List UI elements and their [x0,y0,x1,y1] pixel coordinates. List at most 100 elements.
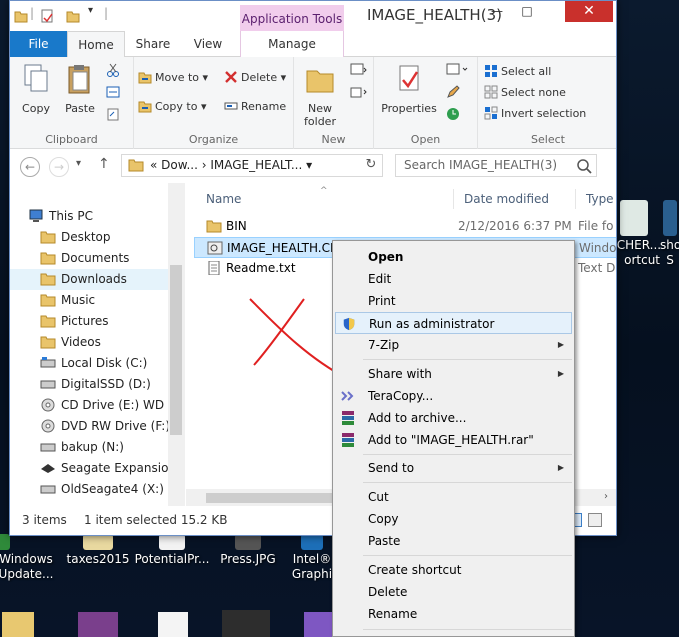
menu-item-run-as-administrator[interactable]: Run as administrator [335,312,572,334]
forward-button[interactable]: → [49,157,69,177]
nav-item-pictures[interactable]: Pictures [10,311,170,332]
easy-access-icon[interactable] [350,85,368,99]
menu-item-open[interactable]: Open [335,246,572,268]
open-group: Properties Open [374,57,478,149]
nav-item-music[interactable]: Music [10,290,170,311]
refresh-button[interactable]: ↻ [361,155,381,175]
menu-item-paste[interactable]: Paste [335,530,572,552]
menu-item-add-to-archive[interactable]: Add to archive... [335,407,572,429]
nav-item-bakup[interactable]: bakup (N:) [10,437,170,458]
menu-item-send-to[interactable]: Send to ▶ [335,457,572,479]
nav-item-label: DigitalSSD (D:) [61,377,151,391]
column-header-name[interactable]: Name ^ [196,186,454,209]
app-icon[interactable] [304,612,334,637]
nav-item-desktop[interactable]: Desktop [10,227,170,248]
paste-shortcut-icon[interactable] [106,107,120,121]
open-icon[interactable] [446,63,470,77]
properties-icon[interactable] [40,9,54,23]
delete-button[interactable]: Delete ▾ [224,69,286,87]
menu-item-print[interactable]: Print [335,290,572,312]
edit-icon[interactable] [446,85,460,99]
nav-item-dvd-drive[interactable]: DVD RW Drive (F:) [10,416,170,437]
address-bar[interactable]: « Dow... › IMAGE_HEALT... ▾ [121,154,383,177]
new-folder-button[interactable]: New folder [302,63,338,128]
tab-view[interactable]: View [186,31,230,57]
menu-item-delete[interactable]: Delete [335,581,572,603]
menu-item-copy[interactable]: Copy [335,508,572,530]
rename-button[interactable]: Rename [224,98,286,116]
nav-scrollbar-thumb[interactable] [170,265,182,435]
folder-icon [128,159,144,172]
search-input[interactable]: Search IMAGE_HEALTH(3) [395,154,597,177]
submenu-arrow-icon: ▶ [557,369,564,378]
nav-item-local-disk[interactable]: Local Disk (C:) [10,353,170,374]
document-icon[interactable] [158,612,188,637]
column-header-date[interactable]: Date modified [454,189,576,209]
paste-button[interactable]: Paste [62,63,98,115]
search-icon[interactable] [576,158,592,174]
menu-item-create-shortcut[interactable]: Create shortcut [335,559,572,581]
desktop-icon-potential[interactable]: PotentialPr... [134,534,210,567]
game-icon[interactable] [222,610,270,637]
copy-button[interactable]: Copy [18,63,54,115]
select-all-button[interactable]: Select all [484,63,551,81]
folder-icon [40,294,56,307]
desktop-icon-label: sho [660,238,679,252]
organize-group: Move to ▾ Copy to ▾ Delete ▾ Rename Orga… [134,57,294,149]
nav-item-videos[interactable]: Videos [10,332,170,353]
history-icon[interactable] [446,107,460,121]
nav-item-documents[interactable]: Documents [10,248,170,269]
nav-item-seagate-expansion[interactable]: Seagate Expansion [10,458,176,479]
menu-item-add-to-rar[interactable]: Add to "IMAGE_HEALTH.rar" [335,429,572,451]
context-menu: Open Edit Print Run as administrator 7-Z… [332,240,575,637]
menu-item-edit[interactable]: Edit [335,268,572,290]
copy-to-button[interactable]: Copy to ▾ [138,98,206,116]
desktop-icon-windows-update[interactable]: Windows Update... [0,534,64,582]
recent-locations-button[interactable]: ▾ [76,158,81,169]
invert-selection-icon [484,106,498,120]
minimize-button[interactable]: — [483,1,511,22]
copy-path-icon[interactable] [106,85,120,99]
nav-item-downloads[interactable]: Downloads [10,269,170,290]
nav-item-this-pc[interactable]: This PC [10,206,170,227]
up-button[interactable]: ↑ [98,156,110,172]
select-none-button[interactable]: Select none [484,84,566,102]
menu-item-teracopy[interactable]: TeraCopy... [335,385,572,407]
menu-item-7zip[interactable]: 7-Zip ▶ [335,334,572,356]
menu-item-rename[interactable]: Rename [335,603,572,625]
group-label-open: Open [410,133,441,146]
file-row-bin[interactable]: BIN 2/12/2016 6:37 PM File fo [194,216,616,237]
tab-home[interactable]: Home [67,31,125,58]
title-bar[interactable]: | ▾ | Application Tools IMAGE_HEALTH(3) … [10,1,616,33]
pc-icon [29,209,43,222]
menu-item-cut[interactable]: Cut [335,486,572,508]
folder-icon[interactable] [2,612,34,637]
desktop-icon-taxes2015[interactable]: taxes2015 [60,534,136,567]
back-button[interactable]: ← [20,157,40,177]
desktop-icon-press-jpg[interactable]: Press.JPG [210,534,286,567]
large-icons-view-icon[interactable] [588,513,602,527]
menu-item-share-with[interactable]: Share with ▶ [335,363,572,385]
move-to-button[interactable]: Move to ▾ [138,69,208,87]
tab-share[interactable]: Share [128,31,178,57]
cut-icon[interactable] [106,63,120,77]
customize-qa-icon[interactable]: ▾ [88,5,93,16]
properties-button[interactable]: Properties [376,63,442,115]
tab-manage[interactable]: Manage [240,31,344,57]
maximize-button[interactable]: □ [513,1,541,22]
close-button[interactable]: ✕ [565,1,613,22]
new-item-icon[interactable] [350,63,368,77]
new-folder-icon[interactable] [66,9,80,23]
invert-selection-button[interactable]: Invert selection [484,105,586,123]
nav-item-cd-drive[interactable]: CD Drive (E:) WD S [10,395,176,416]
winrar-archive-icon[interactable] [78,612,118,637]
uac-shield-icon [343,317,355,331]
column-header-type[interactable]: Type [576,189,616,209]
file-date: 2/12/2016 6:37 PM [458,219,572,233]
nav-item-oldseagate4[interactable]: OldSeagate4 (X:) [10,479,170,500]
scroll-right-icon[interactable]: › [604,491,608,502]
application-tools-tab: Application Tools [240,5,344,33]
nav-item-digitalssd[interactable]: DigitalSSD (D:) [10,374,170,395]
desktop-icon-partial[interactable]: sho S [660,200,679,268]
tab-file[interactable]: File [10,31,67,57]
